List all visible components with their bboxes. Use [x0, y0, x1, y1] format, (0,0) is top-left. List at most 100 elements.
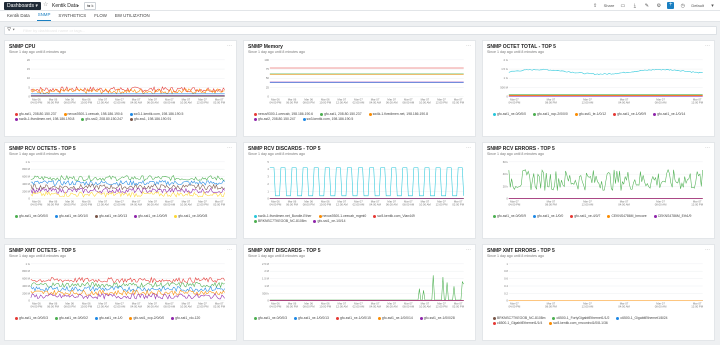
legend-item[interactable]: nexus9300-1.ceecab_mgmt0 [318, 214, 366, 218]
tab-kentik-data[interactable]: Kentik Data [6, 13, 31, 21]
add-panel-button[interactable]: + [667, 2, 675, 9]
legend-item[interactable]: gfo-sst1_xe-4/0/7 [570, 214, 600, 218]
legend-item[interactable]: gfo-sst1_xe-0/0/0/9 [493, 214, 526, 218]
legend-swatch [552, 316, 556, 320]
legend-item[interactable]: gfo-sst2, 208.80.150.247 [254, 117, 296, 121]
legend-item[interactable]: gfo-sst1_vlo-120 [171, 316, 200, 320]
x-tick-label: Mar 07 02:00 AM [353, 97, 365, 104]
legend-item[interactable]: sw3.kentik.com_Vlan449 [373, 214, 415, 218]
legend-item[interactable]: gfo-sst1_xe-1/0 [95, 316, 122, 320]
default-time-button[interactable]: Default [691, 3, 704, 8]
chevron-down-icon[interactable]: ▾ [709, 2, 716, 9]
filter-icon[interactable]: ⛛ ▾ [7, 27, 15, 34]
star-icon[interactable]: ☆ [43, 1, 48, 10]
panel-snmp-xmt-errors-top-5[interactable]: SNMP XMT ERRORS - TOP 5 Since 1 day ago u… [482, 244, 715, 341]
panel-snmp-rcv-errors-top-5[interactable]: SNMP RCV ERRORS - TOP 5 Since 1 day ago u… [482, 142, 715, 239]
panel-menu-icon[interactable]: ⋯ [227, 44, 232, 49]
panel-snmp-cpu[interactable]: SNMP CPU Since 1 day ago until 8 minutes … [4, 40, 237, 137]
legend-item[interactable]: BRKNSC7TKEOOB_NC-8108m [493, 316, 545, 320]
y-tick-label: 1 M [264, 284, 269, 288]
tab-flow[interactable]: FLOW [93, 13, 108, 21]
panel-snmp-xmt-octets-top-5[interactable]: SNMP XMT OCTETS - TOP 5 Since 1 day ago u… [4, 244, 237, 341]
chevron-down-icon[interactable]: ▾ [77, 2, 79, 10]
legend-label: c6500-1_FortyGigabitEthernet1/1/2 [556, 316, 610, 320]
legend-item[interactable]: gfo-sst1_xe-0/0/13 [95, 214, 127, 218]
legend-item[interactable]: sw4k-1.fivedimen.net, 198.186.190.8 [368, 112, 428, 116]
legend-item[interactable]: gfo-sst1_xe-0/0/0/0 [493, 112, 526, 116]
legend-item[interactable]: gfo-sw1, 198.186.190.91 [129, 117, 171, 121]
share-icon[interactable]: ⇪ [592, 2, 599, 9]
legend-item[interactable]: gfo-sst1_xe-1/0/0/28 [419, 316, 455, 320]
panel-subtitle: Since 1 day ago until 8 minutes ago [248, 50, 305, 54]
filter-input[interactable]: ⛛ ▾ Filter by dashboard name or tags... [4, 26, 717, 35]
clock-icon[interactable]: ◷ [679, 2, 686, 9]
tab-snmp[interactable]: SNMP [36, 12, 52, 21]
panel-subtitle: Since 1 day ago until 8 minutes ago [9, 152, 66, 156]
panel-menu-icon[interactable]: ⋯ [705, 146, 710, 151]
legend-item[interactable]: gfo-sst1_xe-1/0/0 [533, 214, 563, 218]
legend-item[interactable]: CEKNS4786M_Eth1/9 [653, 214, 691, 218]
share-button[interactable]: Share [604, 3, 615, 8]
legend-item[interactable]: gfo-sst1, 208.80.150.237 [15, 112, 57, 116]
x-tick-label: Mar 07 12:00 AM [97, 199, 109, 206]
edit-icon[interactable]: ✎ [643, 2, 650, 9]
legend-item[interactable]: sw4k-1.fivedimen.net, 198.186.190.8 [15, 117, 74, 121]
legend-item[interactable]: gfo-sst1_xe-0/0/0/8 [174, 214, 207, 218]
panel-snmp-xmt-discards-top-5[interactable]: SNMP XMT DISCARDS - TOP 5 Since 1 day ago… [243, 244, 476, 341]
comment-icon[interactable]: ▭ [619, 2, 626, 9]
panel-menu-icon[interactable]: ⋯ [466, 146, 471, 151]
legend-item[interactable]: gfo-sst1_xe-1/0/14 [313, 219, 346, 223]
legend-item[interactable]: gfo-sst1_xe-1/0/0/13 [294, 316, 329, 320]
legend-item[interactable]: gfo-sst1_xe-0/0/0/3 [254, 316, 287, 320]
legend-item[interactable]: gfo-sst1_xe-0/0/0/0 [15, 214, 48, 218]
y-tick-label: 100 [264, 58, 269, 62]
legend-item[interactable]: gfo-sst1_xe-1/0/0/14 [377, 316, 413, 320]
x-tick-label: Mar 07 08:00 AM [163, 301, 175, 308]
legend-item[interactable]: gfo-sst1_xe-0/0/0/2 [55, 316, 88, 320]
x-tick-label: Mar 06 04:00 PM [30, 301, 42, 308]
context-button[interactable]: ⇆ k [84, 2, 97, 10]
panel-snmp-rcv-octets-top-5[interactable]: SNMP RCV OCTETS - TOP 5 Since 1 day ago u… [4, 142, 237, 239]
tab-bw-utilization[interactable]: BW UTILIZATION [114, 13, 151, 21]
legend-item[interactable]: c6500-1_FortyGigabitEthernet1/1/2 [552, 316, 609, 320]
legend-item[interactable]: CEKNS4786M_bmcore [607, 214, 647, 218]
legend-item[interactable]: gfo-sst1_xcp-2/0/0/0 [129, 316, 164, 320]
x-tick-label: Mar 07 06:00 AM [147, 301, 159, 308]
legend-item[interactable]: c6500-1_GigabitEthernet1/8/24 [616, 316, 668, 320]
legend-item[interactable]: gfo-sst2, 208.80.150.247 [81, 117, 123, 121]
legend-item[interactable]: sw4k-1.fivedimen.net_Bundle-Ether [254, 214, 312, 218]
panel-snmp-rcv-discards-top-5[interactable]: SNMP RCV DISCARDS - TOP 5 Since 1 day ago… [243, 142, 476, 239]
panel-menu-icon[interactable]: ⋯ [466, 248, 471, 253]
dashboards-label: Dashboards [7, 3, 34, 9]
legend-item[interactable]: gfo-sst1_xe-0/0/0/3 [15, 316, 48, 320]
panel-menu-icon[interactable]: ⋯ [227, 248, 232, 253]
legend-item[interactable]: c6500-1_GigabitEthernet1/1/4 [493, 321, 542, 325]
line-chart: 2.5 M 2 M 1.5 M 1 M 500 k 0Mar 06 04:00 PM Mar … [262, 262, 465, 309]
legend-label: BRKNSC7TKEOOB_NC-8108m [497, 316, 546, 320]
panel-menu-icon[interactable]: ⋯ [705, 248, 710, 253]
legend-item[interactable]: nexus9300-1.ceecab, 198.186.190.6 [254, 112, 313, 116]
legend-item[interactable]: gfo-sst1_xe-1/0/0/9 [613, 112, 646, 116]
panel-menu-icon[interactable]: ⋯ [227, 146, 232, 151]
legend-item[interactable]: gfo-sst1_xcp-2/0/0/0 [533, 112, 568, 116]
legend-item[interactable]: gfo-sst1, 208.80.150.237 [320, 112, 362, 116]
legend-item[interactable]: sw3.kentik.com_rmcontrol1/0/8-1/36 [549, 321, 608, 325]
legend-item[interactable]: nexus9300-1.ceecab, 198.186.190.6 [63, 112, 123, 116]
legend-item[interactable]: gfo-sst1_xe-1/0/0/15 [335, 316, 371, 320]
panel-snmp-octet-total-top-5[interactable]: SNMP OCTET TOTAL - TOP 5 Since 1 day ago … [482, 40, 715, 137]
legend-swatch [377, 316, 381, 320]
settings-icon[interactable]: ⚙ [655, 2, 662, 9]
legend-item[interactable]: BRKNSC7TKEOOB_NC-8108m [254, 219, 306, 223]
legend-item[interactable]: gfo-sst1_xe-1/0/0/9 [134, 214, 167, 218]
panel-snmp-memory[interactable]: SNMP Memory Since 1 day ago until 8 minut… [243, 40, 476, 137]
legend-item[interactable]: gfo-sst1_te-1/0/12 [574, 112, 606, 116]
legend-item[interactable]: gfo-sst1_xe-0/0/1/0 [55, 214, 88, 218]
legend-item[interactable]: sw3.kentik.com, 198.186.190.5 [302, 117, 353, 121]
download-icon[interactable]: ⤓ [631, 2, 638, 9]
filter-placeholder: Filter by dashboard name or tags... [23, 28, 86, 33]
legend-item[interactable]: gfo-sst1_xe-1/0/14 [653, 112, 685, 116]
panel-menu-icon[interactable]: ⋯ [466, 44, 471, 49]
legend-item[interactable]: sw3-1.kentik.com, 198.186.190.5 [129, 112, 183, 116]
tab-synthetics[interactable]: SYNTHETICS [57, 13, 87, 21]
panel-menu-icon[interactable]: ⋯ [705, 44, 710, 49]
